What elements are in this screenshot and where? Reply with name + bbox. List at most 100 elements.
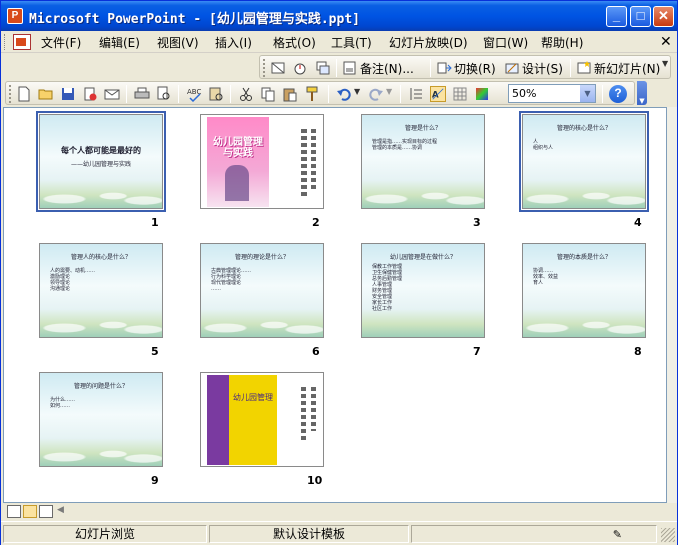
slide-title: 管理的问题是什么？ [73, 383, 128, 390]
hide-slide-icon[interactable] [270, 60, 286, 76]
slide-thumbnail-6[interactable]: 管理的理论是什么？ 古典管理理论…… 行为科学理论 现代管理理论 …… [200, 243, 324, 338]
redo-icon[interactable] [368, 86, 384, 102]
slide-bullet: …… [211, 286, 221, 292]
color-grayscale-icon[interactable] [474, 86, 490, 102]
slide-bullet: 管理的本质是……协调 [372, 145, 423, 151]
slide-bullet: 如何…… [50, 403, 71, 409]
print-preview-icon[interactable] [156, 86, 172, 102]
toolbar-options-icon[interactable]: ▼ [662, 59, 668, 68]
menu-bar: 文件(F) 编辑(E) 视图(V) 插入(I) 格式(O) 工具(T) 幻灯片放… [1, 31, 677, 53]
redo-dropdown-icon[interactable]: ▼ [386, 87, 392, 96]
expand-all-icon[interactable] [408, 86, 424, 102]
slide-title: 管理的理论是什么？ [234, 254, 289, 261]
vertical-text [301, 387, 306, 443]
paste-icon[interactable] [282, 86, 298, 102]
slide-transition-icon[interactable] [436, 60, 452, 76]
slide-number: 10 [307, 474, 323, 487]
slide-bullets: 人 组织与人 [527, 139, 643, 151]
cut-icon[interactable] [238, 86, 254, 102]
slide-thumbnail-8[interactable]: 管理的本质是什么？ 协调…… 效率、效益 育人 [522, 243, 646, 338]
toolbar-grip[interactable] [9, 85, 12, 103]
slide-bullets: 为什么…… 如何…… [44, 397, 160, 409]
slide-bullets: 人的需要、动机…… 激励理论 领导理论 沟通理论 [44, 268, 160, 292]
undo-icon[interactable] [336, 86, 352, 102]
slide-thumbnail-9[interactable]: 管理的问题是什么？ 为什么…… 如何…… [39, 372, 163, 467]
copy-icon[interactable] [260, 86, 276, 102]
status-view: 幻灯片浏览 [3, 525, 207, 543]
vertical-scrollbar[interactable] [667, 107, 677, 503]
toolbar-grip[interactable] [263, 59, 266, 77]
close-button[interactable]: ✕ [653, 6, 674, 27]
minimize-button[interactable]: _ [606, 6, 627, 27]
slide-background [40, 436, 162, 466]
slide-thumbnail-2[interactable]: 幼儿园管理与实践 [200, 114, 324, 209]
slide-transition-button[interactable]: 切换(R) [454, 60, 496, 77]
design-icon[interactable] [504, 60, 520, 76]
notes-button[interactable]: 备注(N)... [360, 60, 414, 77]
slideshow-view-icon[interactable] [39, 505, 53, 518]
menu-slideshow[interactable]: 幻灯片放映(D) [389, 34, 468, 51]
menu-format[interactable]: 格式(O) [273, 34, 316, 51]
powerpoint-icon[interactable]: P [7, 8, 23, 24]
menu-tools[interactable]: 工具(T) [331, 34, 372, 51]
menu-help[interactable]: 帮助(H) [541, 34, 583, 51]
spelling-status-icon[interactable]: ✎ [613, 528, 622, 541]
open-folder-icon[interactable] [38, 86, 54, 102]
permission-icon[interactable] [82, 86, 98, 102]
undo-dropdown-icon[interactable]: ▼ [354, 87, 360, 96]
slide-thumbnail-4[interactable]: 管理的核心是什么？ 人 组织与人 [519, 111, 649, 212]
format-painter-icon[interactable] [304, 86, 320, 102]
email-icon[interactable] [104, 86, 120, 102]
research-icon[interactable] [208, 86, 224, 102]
menu-insert[interactable]: 插入(I) [215, 34, 252, 51]
document-close-icon[interactable]: ✕ [660, 33, 672, 50]
toolbar-overflow-icon[interactable]: ▼ [637, 81, 647, 105]
show-formatting-icon[interactable]: A [430, 86, 446, 102]
help-button[interactable]: ? [609, 85, 627, 103]
slide-title: 幼儿园管理与实践 [213, 137, 263, 159]
slide-sorter-view-icon[interactable] [23, 505, 37, 518]
slide-thumbnail-7[interactable]: 幼儿园管理是在做什么？ 保教工作管理 卫生保健管理 总务后勤管理 人事管理 财务… [361, 243, 485, 338]
show-grid-icon[interactable] [452, 86, 468, 102]
title-bar[interactable]: P Microsoft PowerPoint - [幼儿园管理与实践.ppt] … [1, 1, 677, 31]
summary-slide-icon[interactable] [314, 60, 330, 76]
status-template: 默认设计模板 [209, 525, 409, 543]
slide-sorter-pane[interactable]: 每个人都可能是最好的 ——幼儿园管理与实践 1 幼儿园管理与实践 2 管理是什么… [3, 107, 667, 503]
save-icon[interactable] [60, 86, 76, 102]
new-slide-button[interactable]: 新幻灯片(N) [594, 60, 660, 77]
slide-background [523, 178, 645, 208]
print-icon[interactable] [134, 86, 150, 102]
maximize-button[interactable]: □ [630, 6, 651, 27]
slide-bullet: 组织与人 [533, 145, 554, 151]
normal-view-icon[interactable] [7, 505, 21, 518]
slide-background [40, 178, 162, 208]
spelling-icon[interactable]: ABC [186, 86, 202, 102]
toolbar-separator [336, 59, 337, 77]
slide-number: 8 [634, 345, 642, 358]
document-icon[interactable] [13, 34, 31, 50]
menu-view[interactable]: 视图(V) [157, 34, 199, 51]
slide-background [201, 307, 323, 337]
slide-bullets: 古典管理理论…… 行为科学理论 现代管理理论 …… [205, 268, 321, 292]
slide-thumbnail-10[interactable]: 幼儿园管理 [200, 372, 324, 467]
menu-file[interactable]: 文件(F) [41, 34, 81, 51]
slide-bullets: 协调…… 效率、效益 育人 [527, 268, 643, 286]
notes-icon[interactable] [342, 60, 358, 76]
new-document-icon[interactable] [16, 86, 32, 102]
new-slide-icon[interactable] [576, 60, 592, 76]
zoom-dropdown-icon[interactable]: ▼ [580, 85, 595, 102]
design-button[interactable]: 设计(S) [522, 60, 563, 77]
rehearse-timings-icon[interactable] [292, 60, 308, 76]
vertical-text [301, 129, 307, 199]
menu-edit[interactable]: 编辑(E) [99, 34, 140, 51]
menu-grip[interactable] [4, 34, 7, 50]
slide-bullet: 育人 [533, 280, 544, 286]
slide-thumbnail-3[interactable]: 管理是什么？ 管理是指……实现目标的过程 管理的本质是……协调 [361, 114, 485, 209]
book-cover-image: 幼儿园管理与实践 [207, 117, 269, 207]
scroll-left-icon[interactable]: ◀ [57, 505, 69, 518]
menu-window[interactable]: 窗口(W) [483, 34, 528, 51]
zoom-select[interactable]: 50% ▼ [508, 84, 596, 103]
slide-thumbnail-5[interactable]: 管理人的核心是什么？ 人的需要、动机…… 激励理论 领导理论 沟通理论 [39, 243, 163, 338]
slide-thumbnail-1[interactable]: 每个人都可能是最好的 ——幼儿园管理与实践 [36, 111, 166, 212]
resize-grip-icon[interactable] [661, 528, 675, 542]
